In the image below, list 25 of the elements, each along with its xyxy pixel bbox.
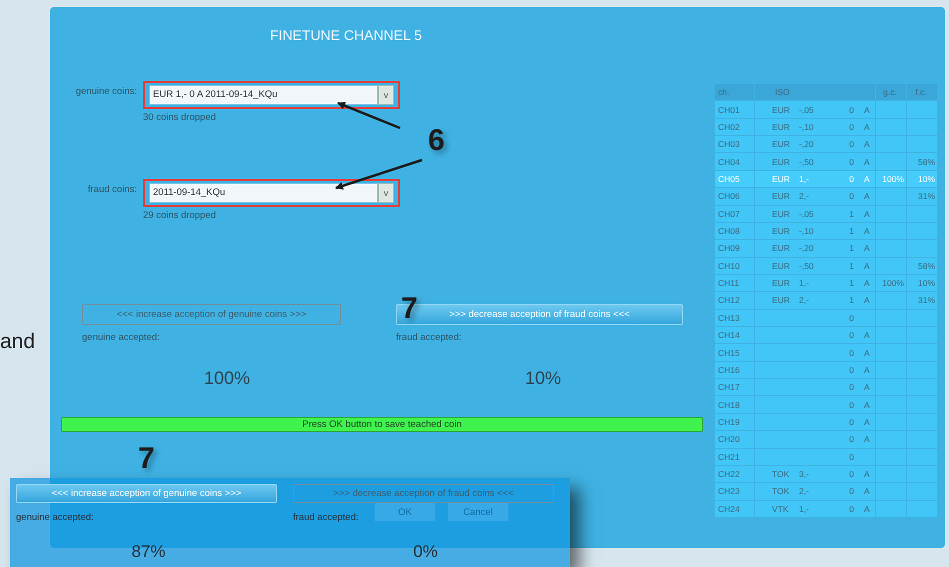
column-header: ISO: [755, 84, 875, 100]
callout-number: 6: [428, 126, 445, 156]
callout-arrow: [337, 102, 400, 130]
page-text: and: [0, 330, 36, 354]
accepted-percent: 0%: [412, 542, 439, 562]
accepted-label: genuine accepted:: [82, 332, 161, 343]
column-header: f.c.: [907, 84, 937, 100]
accepted-label: genuine accepted:: [16, 512, 95, 523]
coin-dropdown[interactable]: EUR 1,- 0 A 2011-09-14_KQu v: [143, 81, 400, 109]
accepted-percent: 87%: [130, 542, 167, 562]
field-label: fraud coins:: [86, 183, 137, 197]
dialog-title: FINETUNE CHANNEL 5: [270, 27, 423, 43]
adjust-button[interactable]: <<< increase acception of genuine coins >>>: [16, 484, 277, 503]
callout-number: 7: [138, 444, 155, 474]
accepted-label: fraud accepted:: [396, 332, 462, 343]
coins-dropped-text: 30 coins dropped: [143, 112, 217, 123]
column-header: g.c.: [876, 84, 906, 100]
coin-dropdown[interactable]: 2011-09-14_KQu v: [143, 179, 400, 207]
column-header: ch.: [715, 84, 754, 100]
accepted-percent: 100%: [202, 368, 252, 389]
accepted-label: fraud accepted:: [293, 512, 360, 523]
status-bar: Press OK button to save teached coin: [61, 417, 703, 432]
accepted-percent: 10%: [524, 368, 562, 389]
coins-dropped-text: 29 coins dropped: [143, 210, 217, 221]
field-label: genuine coins:: [74, 85, 137, 99]
